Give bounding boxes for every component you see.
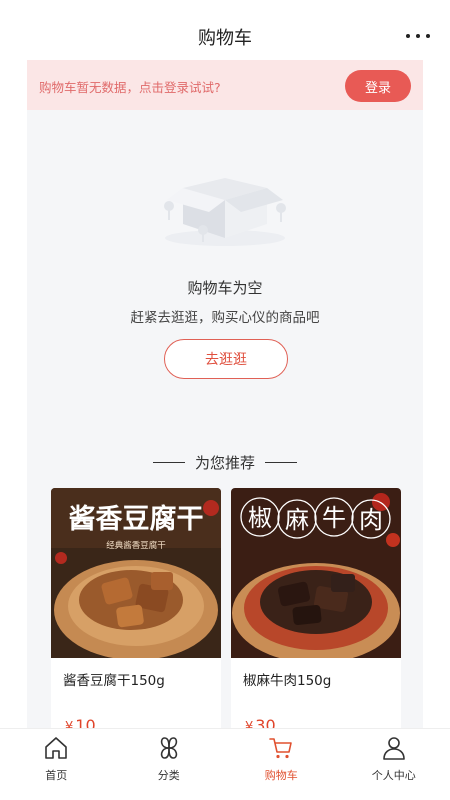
product-image-char: 麻 xyxy=(285,507,309,534)
product-image[interactable]: 椒 麻 牛 肉 xyxy=(231,488,401,663)
product-name[interactable]: 椒麻牛肉150g xyxy=(243,669,331,689)
recommend-title: 为您推荐 xyxy=(194,453,255,472)
tab-home[interactable]: 首页 xyxy=(0,729,113,800)
login-prompt-text[interactable]: 购物车暂无数据，点击登录试试? xyxy=(39,77,221,96)
tab-label: 首页 xyxy=(45,769,68,782)
tab-label: 个人中心 xyxy=(371,769,416,782)
product-image-char: 牛 xyxy=(322,505,346,532)
more-dot-icon xyxy=(406,34,410,38)
tab-label: 分类 xyxy=(157,769,180,782)
product-image-title: 酱香豆腐干 xyxy=(69,504,204,534)
tab-label: 购物车 xyxy=(264,769,298,782)
recommend-header: 为您推荐 xyxy=(27,451,423,473)
product-name[interactable]: 酱香豆腐干150g xyxy=(63,669,165,689)
empty-cart-title: 购物车为空 xyxy=(187,279,263,297)
tab-category[interactable]: 分类 xyxy=(113,729,226,800)
product-card[interactable]: 椒 麻 牛 肉 椒麻牛肉150g ¥30 xyxy=(231,488,401,740)
tab-profile[interactable]: 个人中心 xyxy=(338,729,450,800)
category-icon xyxy=(160,737,177,759)
user-icon xyxy=(382,737,405,760)
divider xyxy=(265,461,297,463)
more-options-button[interactable] xyxy=(406,28,430,44)
more-dot-icon xyxy=(416,34,420,38)
empty-cart-subtitle: 赶紧去逛逛，购买心仪的商品吧 xyxy=(130,310,320,326)
empty-box-icon xyxy=(164,178,286,246)
tab-cart[interactable]: 购物车 xyxy=(225,729,338,800)
product-image-char: 椒 xyxy=(248,505,272,532)
login-banner: 购物车暂无数据，点击登录试试? 登录 xyxy=(27,60,423,110)
cart-content[interactable]: 购物车暂无数据，点击登录试试? 登录 购物车为空 赶紧去逛逛，购买心仪的商品吧 … xyxy=(27,60,423,740)
product-image-char: 肉 xyxy=(359,507,383,534)
product-image-subtitle: 经典酱香豆腐干 xyxy=(106,540,166,550)
home-icon xyxy=(45,737,68,759)
cart-icon xyxy=(269,738,293,759)
page-title: 购物车 xyxy=(198,28,252,49)
product-image[interactable]: 酱香豆腐干 经典酱香豆腐干 xyxy=(51,488,221,660)
product-card[interactable]: 酱香豆腐干 经典酱香豆腐干 酱香豆腐干150g ¥10 xyxy=(51,488,221,740)
more-dot-icon xyxy=(426,34,430,38)
login-button[interactable]: 登录 xyxy=(345,70,411,102)
divider xyxy=(152,461,185,463)
browse-button[interactable]: 去逛逛 xyxy=(164,339,288,379)
tab-bar: 首页 分类 购物车 个人中心 xyxy=(0,728,450,800)
